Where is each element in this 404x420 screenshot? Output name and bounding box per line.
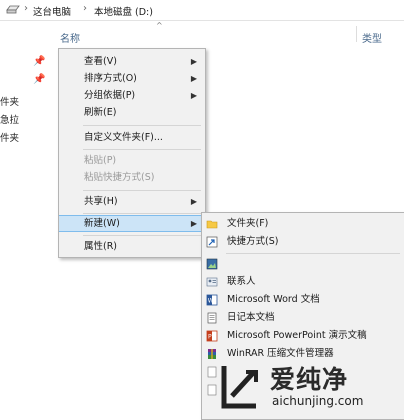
menu-item-share[interactable]: 共享(H) ▶ (59, 193, 205, 210)
menu-item-label: 粘贴(P) (84, 155, 117, 166)
bitmap-icon (206, 258, 218, 270)
shortcut-icon (206, 236, 218, 248)
submenu-arrow-icon: ▶ (190, 57, 197, 66)
svg-text:P: P (208, 334, 212, 341)
menu-separator (226, 253, 400, 254)
breadcrumb-separator: › (24, 3, 28, 14)
menu-item-label: 文件夹(F) (227, 218, 269, 229)
menu-separator (83, 125, 201, 126)
new-shortcut-item[interactable]: 快捷方式(S) (202, 233, 404, 251)
contact-icon (206, 277, 218, 287)
svg-text:W: W (208, 298, 214, 305)
new-powerpoint-item[interactable]: P Microsoft PowerPoint 演示文稿 (202, 327, 404, 345)
menu-item-view[interactable]: 查看(V) ▶ (59, 53, 205, 70)
watermark-logo-icon (221, 366, 258, 409)
drive-icon (6, 5, 20, 14)
pin-icon: 📌 (33, 74, 46, 85)
menu-item-new[interactable]: 新建(W) ▶ (59, 215, 205, 232)
menu-item-label: 新建(W) (84, 218, 120, 229)
new-bitmap-item[interactable] (202, 255, 404, 273)
menu-item-sort-by[interactable]: 排序方式(O) ▶ (59, 70, 205, 87)
menu-item-label: 分组依据(P) (84, 90, 136, 101)
submenu-arrow-icon: ▶ (190, 74, 197, 83)
quick-access-item[interactable]: 件夹 (0, 94, 19, 108)
pin-icon: 📌 (33, 56, 46, 67)
submenu-arrow-icon: ▶ (190, 91, 197, 100)
quick-access-item[interactable]: 急拉 (0, 112, 19, 126)
sort-indicator-icon: ^ (156, 21, 163, 30)
menu-separator (83, 149, 201, 150)
new-folder-item[interactable]: 文件夹(F) (202, 215, 404, 233)
menu-item-label: 排序方式(O) (84, 73, 137, 84)
menu-item-label: 联系人 (227, 276, 256, 287)
column-header-type[interactable]: 类型 (362, 30, 382, 45)
powerpoint-icon: P (206, 330, 218, 342)
journal-icon (207, 312, 217, 324)
breadcrumb-this-pc[interactable]: 这台电脑 (33, 4, 71, 18)
menu-item-paste: 粘贴(P) (59, 152, 205, 169)
menu-separator (83, 190, 201, 191)
menu-item-label: 共享(H) (84, 196, 118, 207)
word-icon: W (206, 294, 218, 306)
menu-item-label: 日记本文档 (227, 312, 275, 323)
breadcrumb-separator: › (83, 3, 87, 14)
address-bar[interactable]: › 这台电脑 › 本地磁盘 (D:) (0, 0, 404, 21)
menu-separator (83, 213, 201, 214)
submenu-arrow-icon: ▶ (190, 219, 197, 228)
menu-item-properties[interactable]: 属性(R) (59, 238, 205, 255)
watermark-domain: aichunjing.com (272, 394, 364, 408)
menu-item-label: Microsoft Word 文档 (227, 294, 320, 305)
submenu-arrow-icon: ▶ (190, 197, 197, 206)
new-journal-document-item[interactable]: 日记本文档 (202, 309, 404, 327)
folder-icon (206, 220, 218, 229)
context-menu: 查看(V) ▶ 排序方式(O) ▶ 分组依据(P) ▶ 刷新(E) 自定义文件夹… (58, 48, 206, 258)
menu-item-customize-folder[interactable]: 自定义文件夹(F)... (59, 129, 205, 146)
menu-item-label: 粘贴快捷方式(S) (84, 172, 155, 183)
column-divider[interactable] (356, 26, 357, 42)
menu-item-label: Microsoft PowerPoint 演示文稿 (227, 330, 367, 341)
menu-item-group-by[interactable]: 分组依据(P) ▶ (59, 87, 205, 104)
menu-item-label: 刷新(E) (84, 107, 117, 118)
menu-item-label: 属性(R) (84, 241, 118, 252)
menu-item-label: 查看(V) (84, 56, 117, 67)
menu-item-label: 自定义文件夹(F)... (84, 132, 163, 143)
watermark: 爱纯净 aichunjing.com (208, 356, 404, 418)
menu-separator (83, 235, 201, 236)
menu-item-refresh[interactable]: 刷新(E) (59, 104, 205, 121)
breadcrumb-local-disk[interactable]: 本地磁盘 (D:) (94, 4, 153, 18)
new-word-document-item[interactable]: W Microsoft Word 文档 (202, 291, 404, 309)
watermark-brand: 爱纯净 (270, 365, 349, 394)
new-contact-item[interactable]: 联系人 (202, 273, 404, 291)
menu-item-paste-shortcut: 粘贴快捷方式(S) (59, 169, 205, 186)
column-header-name[interactable]: 名称 (60, 30, 80, 45)
quick-access-item[interactable]: 件夹 (0, 130, 19, 144)
menu-item-label: 快捷方式(S) (227, 236, 279, 247)
